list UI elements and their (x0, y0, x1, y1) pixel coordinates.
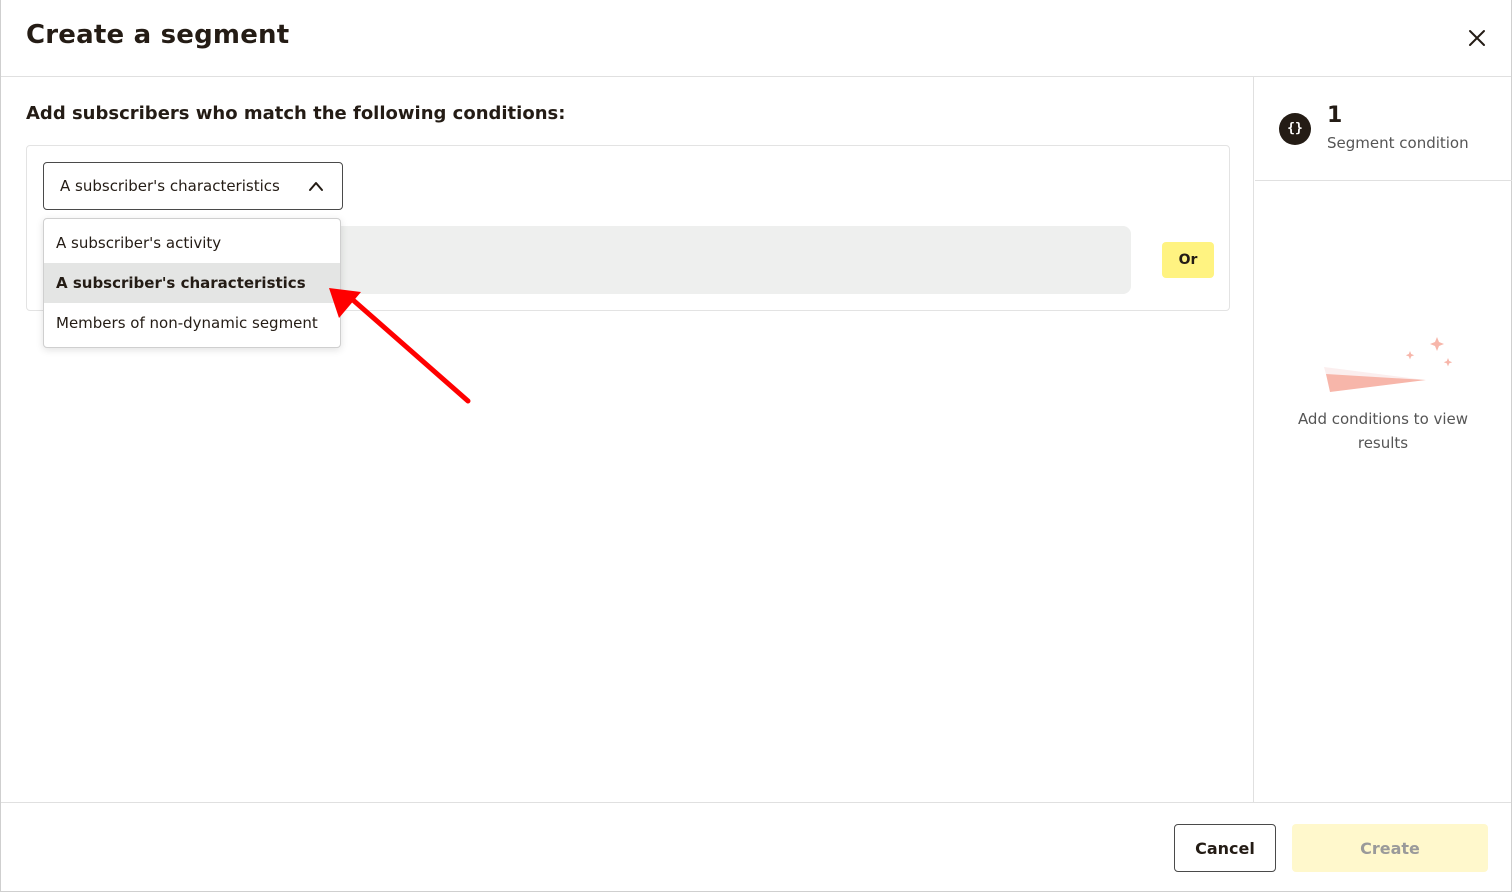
condition-count-label: Segment condition (1327, 134, 1469, 152)
close-button[interactable] (1465, 26, 1489, 50)
dropdown-option-characteristics[interactable]: A subscriber's characteristics (44, 263, 340, 303)
results-sidebar: {} 1 Segment condition Add conditions to… (1255, 77, 1512, 802)
or-button[interactable]: Or (1162, 242, 1214, 278)
dropdown-option-non-dynamic-segment[interactable]: Members of non-dynamic segment (44, 303, 340, 343)
instructions-heading: Add subscribers who match the following … (26, 103, 566, 124)
close-icon (1469, 30, 1485, 46)
create-button[interactable]: Create (1292, 824, 1488, 872)
segment-summary: {} 1 Segment condition (1255, 77, 1512, 181)
chevron-up-icon (309, 182, 323, 191)
curly-braces-icon: {} (1279, 113, 1311, 145)
cancel-button[interactable]: Cancel (1174, 824, 1276, 872)
paper-plane-sparkles-icon (1324, 337, 1453, 392)
empty-state-text: Add conditions to view results (1297, 410, 1469, 452)
select-value: A subscriber's characteristics (60, 177, 280, 195)
condition-type-dropdown: A subscriber's activity A subscriber's c… (43, 218, 341, 348)
modal-footer: Cancel Create (1, 802, 1511, 892)
condition-type-select[interactable]: A subscriber's characteristics (43, 162, 343, 210)
create-segment-modal: Create a segment Add subscribers who mat… (0, 0, 1512, 892)
condition-count: 1 (1327, 103, 1343, 128)
dropdown-option-activity[interactable]: A subscriber's activity (44, 223, 340, 263)
conditions-panel: Add subscribers who match the following … (1, 77, 1254, 802)
modal-header: Create a segment (1, 0, 1511, 77)
modal-title: Create a segment (26, 20, 290, 50)
